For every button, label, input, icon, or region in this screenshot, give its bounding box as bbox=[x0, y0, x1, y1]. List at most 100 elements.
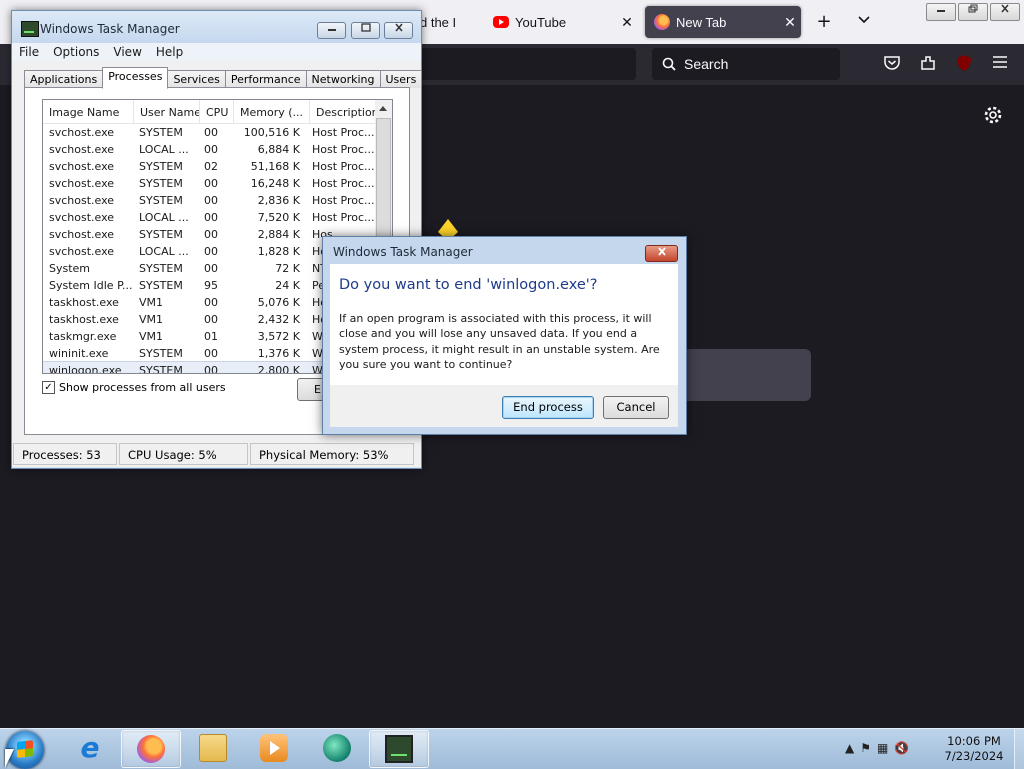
ublock-origin-icon[interactable] bbox=[954, 54, 974, 74]
media-player-icon bbox=[260, 734, 288, 762]
search-placeholder: Search bbox=[684, 56, 729, 72]
volume-muted-icon[interactable]: 🔇 bbox=[894, 741, 909, 755]
taskbar-firefox[interactable] bbox=[121, 730, 181, 768]
cell-memory: 72 K bbox=[275, 262, 300, 275]
cell-user-name: SYSTEM bbox=[139, 160, 183, 173]
tab-youtube-label: YouTube bbox=[515, 14, 567, 30]
tab-processes[interactable]: Processes bbox=[102, 67, 169, 89]
cell-image-name: taskhost.exe bbox=[49, 296, 119, 309]
end-process-confirm-button[interactable]: End process bbox=[502, 396, 594, 419]
cell-cpu: 00 bbox=[204, 313, 218, 326]
cell-user-name: SYSTEM bbox=[139, 194, 183, 207]
show-desktop-button[interactable] bbox=[1014, 729, 1024, 769]
restore-button[interactable] bbox=[958, 3, 988, 21]
tab-close-icon[interactable]: ✕ bbox=[779, 14, 801, 31]
column-description[interactable]: Description bbox=[310, 100, 383, 123]
cell-memory: 100,516 K bbox=[243, 126, 300, 139]
minimize-button[interactable] bbox=[317, 22, 346, 39]
address-bar[interactable] bbox=[420, 48, 636, 80]
title-bar[interactable]: Windows Task Manager bbox=[12, 11, 421, 43]
taskbar-green-app[interactable] bbox=[308, 730, 366, 766]
cell-user-name: SYSTEM bbox=[139, 364, 183, 374]
window-title: Windows Task Manager bbox=[40, 22, 180, 36]
menu-bar: File Options View Help bbox=[12, 43, 421, 61]
cell-image-name: svchost.exe bbox=[49, 126, 115, 139]
cell-memory: 2,884 K bbox=[257, 228, 300, 241]
dialog-close-button[interactable] bbox=[645, 245, 678, 262]
table-row[interactable]: svchost.exe LOCAL ... 00 7,520 K Host Proc..… bbox=[43, 209, 392, 226]
menu-file[interactable]: File bbox=[12, 43, 46, 61]
show-all-users-checkbox[interactable]: ✓ Show processes from all users bbox=[42, 381, 226, 394]
cell-description: Host Proc... bbox=[312, 177, 375, 190]
dialog-heading: Do you want to end 'winlogon.exe'? bbox=[339, 277, 598, 293]
close-icon bbox=[394, 23, 403, 32]
menu-help[interactable]: Help bbox=[149, 43, 190, 61]
cell-description: Host Proc... bbox=[312, 194, 375, 207]
cell-user-name: VM1 bbox=[139, 330, 164, 343]
hamburger-menu-icon[interactable] bbox=[990, 54, 1010, 74]
taskbar-media-player[interactable] bbox=[245, 730, 303, 766]
column-cpu[interactable]: CPU bbox=[200, 100, 234, 123]
cell-memory: 1,376 K bbox=[257, 347, 300, 360]
list-all-tabs-button[interactable] bbox=[852, 10, 876, 34]
tab-new-tab[interactable]: New Tab ✕ bbox=[645, 6, 801, 38]
close-button[interactable] bbox=[384, 22, 413, 39]
cell-memory: 2,836 K bbox=[257, 194, 300, 207]
cancel-button[interactable]: Cancel bbox=[603, 396, 669, 419]
show-hidden-icons-icon[interactable]: ▲ bbox=[845, 741, 854, 755]
cell-memory: 16,248 K bbox=[250, 177, 300, 190]
taskbar-internet-explorer[interactable]: e bbox=[61, 730, 119, 766]
minimize-button[interactable] bbox=[926, 3, 956, 21]
table-row[interactable]: svchost.exe SYSTEM 00 16,248 K Host Proc... bbox=[43, 175, 392, 192]
cell-user-name: SYSTEM bbox=[139, 262, 183, 275]
column-memory[interactable]: Memory (... bbox=[234, 100, 310, 123]
clock-time: 10:06 PM bbox=[947, 734, 1001, 748]
checkbox-checked-icon[interactable]: ✓ bbox=[42, 381, 55, 394]
cell-cpu: 02 bbox=[204, 160, 218, 173]
table-row[interactable]: svchost.exe SYSTEM 02 51,168 K Host Proc... bbox=[43, 158, 392, 175]
menu-options[interactable]: Options bbox=[46, 43, 106, 61]
menu-view[interactable]: View bbox=[106, 43, 148, 61]
cell-memory: 51,168 K bbox=[250, 160, 300, 173]
action-center-flag-icon[interactable]: ⚑ bbox=[860, 741, 871, 755]
tab-close-icon[interactable]: ✕ bbox=[616, 14, 638, 31]
clock-date: 7/23/2024 bbox=[944, 749, 1004, 763]
network-icon[interactable]: ▦ bbox=[877, 741, 888, 755]
chevron-down-icon bbox=[858, 16, 870, 24]
tab-youtube[interactable]: YouTube ✕ bbox=[484, 6, 638, 38]
dialog-message: If an open program is associated with th… bbox=[339, 312, 660, 371]
tab-services[interactable]: Services bbox=[167, 70, 226, 88]
cell-image-name: taskmgr.exe bbox=[49, 330, 117, 343]
column-user-name[interactable]: User Name bbox=[134, 100, 200, 123]
pocket-icon[interactable] bbox=[882, 54, 902, 74]
gear-icon[interactable] bbox=[982, 105, 1004, 127]
table-row[interactable]: svchost.exe SYSTEM 00 100,516 K Host Proc... bbox=[43, 124, 392, 141]
new-tab-button[interactable]: + bbox=[812, 10, 836, 34]
table-row[interactable]: svchost.exe LOCAL ... 00 6,884 K Host Proc..… bbox=[43, 141, 392, 158]
cell-memory: 3,572 K bbox=[257, 330, 300, 343]
extensions-icon[interactable] bbox=[918, 54, 938, 74]
table-row[interactable]: svchost.exe SYSTEM 00 2,836 K Host Proc... bbox=[43, 192, 392, 209]
cell-cpu: 00 bbox=[204, 262, 218, 275]
maximize-button[interactable] bbox=[351, 22, 380, 39]
cell-cpu: 00 bbox=[204, 296, 218, 309]
cell-user-name: SYSTEM bbox=[139, 228, 183, 241]
column-image-name[interactable]: Image Name bbox=[43, 100, 134, 123]
taskbar-file-explorer[interactable] bbox=[184, 730, 242, 766]
cell-cpu: 00 bbox=[204, 126, 218, 139]
tab-performance[interactable]: Performance bbox=[224, 70, 307, 88]
tab-users[interactable]: Users bbox=[379, 70, 423, 88]
tab-partial[interactable]: d the I bbox=[420, 6, 480, 38]
search-bar[interactable]: Search bbox=[652, 48, 840, 80]
cell-description: Host Proc... bbox=[312, 143, 375, 156]
close-window-button[interactable] bbox=[990, 3, 1020, 21]
tab-applications[interactable]: Applications bbox=[24, 70, 104, 88]
shortcut-tile[interactable] bbox=[680, 349, 811, 401]
scroll-up-icon[interactable] bbox=[379, 106, 387, 111]
tab-networking[interactable]: Networking bbox=[305, 70, 381, 88]
cell-description: Host Proc... bbox=[312, 126, 375, 139]
cell-user-name: VM1 bbox=[139, 296, 164, 309]
taskbar-task-manager[interactable] bbox=[369, 730, 429, 768]
clock[interactable]: 10:06 PM 7/23/2024 bbox=[940, 734, 1008, 764]
cell-cpu: 00 bbox=[204, 228, 218, 241]
